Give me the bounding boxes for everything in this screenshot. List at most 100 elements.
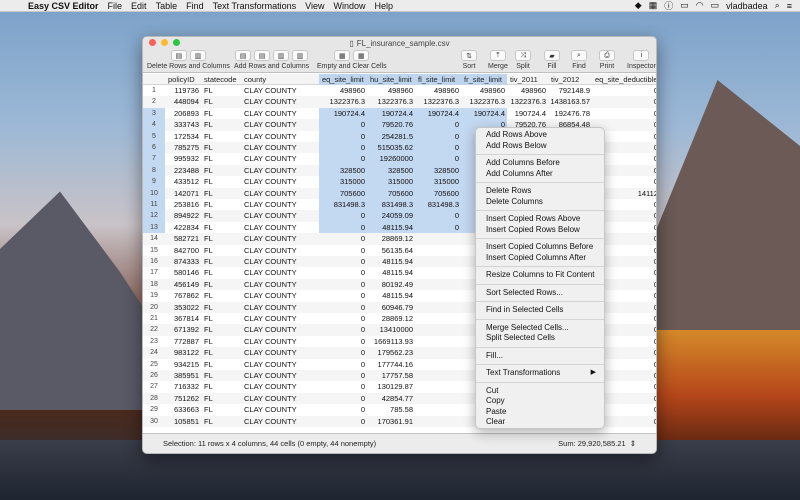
context-item-insert-copied-rows-below[interactable]: Insert Copied Rows Below [476, 225, 604, 236]
table-cell[interactable]: 772887 [165, 336, 201, 347]
row-number[interactable]: 5 [143, 130, 165, 142]
table-cell[interactable]: 315000 [415, 176, 461, 188]
table-cell[interactable]: CLAY COUNTY [241, 279, 319, 290]
table-cell[interactable]: CLAY COUNTY [241, 85, 319, 96]
row-number[interactable]: 25 [143, 359, 165, 370]
table-cell[interactable]: 1669113.93 [367, 336, 415, 347]
table-cell[interactable] [415, 381, 461, 392]
merge-button[interactable]: ⤒ [489, 50, 506, 61]
table-cell[interactable] [415, 267, 461, 278]
table-cell[interactable]: 190724.4 [415, 107, 461, 120]
table-cell[interactable]: 705600 [319, 187, 367, 199]
menu-app[interactable]: Easy CSV Editor [28, 1, 99, 11]
table-cell[interactable]: 842700 [165, 245, 201, 256]
table-cell[interactable]: FL [201, 404, 241, 415]
inspector-button[interactable]: i [633, 50, 650, 61]
table-cell[interactable]: FL [201, 142, 241, 153]
split-button[interactable]: ⤨ [515, 50, 531, 61]
table-cell[interactable]: 223488 [165, 165, 201, 176]
table-cell[interactable]: CLAY COUNTY [241, 222, 319, 233]
table-cell[interactable]: CLAY COUNTY [241, 404, 319, 415]
table-cell[interactable]: 177744.16 [367, 359, 415, 370]
table-cell[interactable]: 190724.4 [507, 108, 548, 119]
menu-edit[interactable]: Edit [131, 1, 147, 11]
context-item-add-columns-before[interactable]: Add Columns Before [476, 158, 604, 169]
table-cell[interactable]: CLAY COUNTY [241, 142, 319, 153]
table-cell[interactable]: 190724.4 [367, 107, 415, 120]
table-cell[interactable]: 0 [319, 153, 367, 165]
table-cell[interactable]: FL [201, 370, 241, 381]
row-number[interactable]: 3 [143, 107, 165, 120]
table-cell[interactable]: 0 [319, 290, 367, 301]
table-cell[interactable]: FL [201, 210, 241, 221]
table-cell[interactable]: 119736 [165, 85, 201, 96]
delete-columns-button[interactable]: ▥ [189, 50, 206, 61]
row-number[interactable]: 2 [143, 96, 165, 107]
table-cell[interactable]: 995932 [165, 153, 201, 164]
context-item-clear[interactable]: Clear [476, 417, 604, 428]
table-cell[interactable]: FL [201, 119, 241, 130]
column-header-eq-site-deductible[interactable]: eq_site_deductible [592, 74, 656, 85]
table-cell[interactable]: 105851 [165, 416, 201, 427]
fill-button[interactable]: ▰ [544, 50, 560, 61]
find-button[interactable]: ⌕ [571, 50, 587, 61]
zoom-button[interactable] [173, 39, 180, 46]
table-cell[interactable]: 328500 [415, 164, 461, 177]
table-cell[interactable]: 0 [415, 210, 461, 222]
table-cell[interactable]: 894922 [165, 210, 201, 221]
context-item-copy[interactable]: Copy [476, 396, 604, 407]
table-cell[interactable]: 254281.5 [367, 130, 415, 142]
table-cell[interactable] [415, 359, 461, 370]
table-cell[interactable]: 0 [415, 119, 461, 131]
menu-find[interactable]: Find [186, 1, 204, 11]
table-cell[interactable]: 48115.94 [367, 256, 415, 267]
context-item-text-transformations[interactable]: Text Transformations ▶ [476, 368, 604, 379]
empty-cells-button[interactable]: ▦ [334, 50, 351, 61]
table-cell[interactable]: FL [201, 245, 241, 256]
table-cell[interactable] [415, 347, 461, 358]
table-cell[interactable]: CLAY COUNTY [241, 108, 319, 119]
table-cell[interactable]: CLAY COUNTY [241, 199, 319, 210]
context-item-add-rows-above[interactable]: Add Rows Above [476, 130, 604, 141]
table-cell[interactable]: FL [201, 267, 241, 278]
context-item-add-columns-after[interactable]: Add Columns After [476, 169, 604, 180]
row-number[interactable]: 21 [143, 313, 165, 324]
minimize-button[interactable] [161, 39, 168, 46]
table-cell[interactable] [415, 279, 461, 290]
row-number[interactable]: 17 [143, 267, 165, 278]
table-cell[interactable]: CLAY COUNTY [241, 313, 319, 324]
menu-file[interactable]: File [108, 1, 123, 11]
table-cell[interactable]: 1322376.3 [319, 96, 367, 107]
table-cell[interactable]: 206893 [165, 108, 201, 119]
table-cell[interactable]: FL [201, 153, 241, 164]
table-cell[interactable]: 515035.62 [367, 142, 415, 154]
table-cell[interactable]: 580146 [165, 267, 201, 278]
table-cell[interactable]: CLAY COUNTY [241, 302, 319, 313]
table-cell[interactable]: 0 [592, 96, 656, 107]
table-cell[interactable]: 179562.23 [367, 347, 415, 358]
table-cell[interactable]: 582721 [165, 233, 201, 244]
table-cell[interactable]: 831498.3 [367, 199, 415, 211]
row-number[interactable]: 18 [143, 279, 165, 290]
table-cell[interactable]: 48115.94 [367, 267, 415, 278]
table-cell[interactable]: 671392 [165, 324, 201, 335]
table-cell[interactable]: 705600 [415, 187, 461, 199]
row-number[interactable]: 24 [143, 347, 165, 358]
row-number[interactable]: 13 [143, 221, 165, 234]
column-header-tiv-2012[interactable]: tiv_2012 [548, 74, 592, 85]
table-cell[interactable]: FL [201, 108, 241, 119]
table-cell[interactable]: CLAY COUNTY [241, 393, 319, 404]
table-cell[interactable]: 56135.64 [367, 245, 415, 256]
table-cell[interactable]: 80192.49 [367, 279, 415, 290]
table-row[interactable]: 3 206893 FL CLAY COUNTY 190724.4 190724.4 1907… [143, 107, 656, 120]
context-item-find-in-selected-cells[interactable]: Find in Selected Cells [476, 305, 604, 316]
table-cell[interactable]: 0 [319, 359, 367, 370]
table-cell[interactable]: 1322376.3 [415, 96, 461, 107]
table-cell[interactable]: 0 [415, 142, 461, 154]
row-number[interactable]: 20 [143, 302, 165, 313]
table-cell[interactable]: CLAY COUNTY [241, 290, 319, 301]
table-cell[interactable]: 315000 [319, 176, 367, 188]
table-cell[interactable]: 0 [319, 370, 367, 381]
table-cell[interactable]: 170361.91 [367, 416, 415, 427]
table-cell[interactable]: 422834 [165, 222, 201, 233]
